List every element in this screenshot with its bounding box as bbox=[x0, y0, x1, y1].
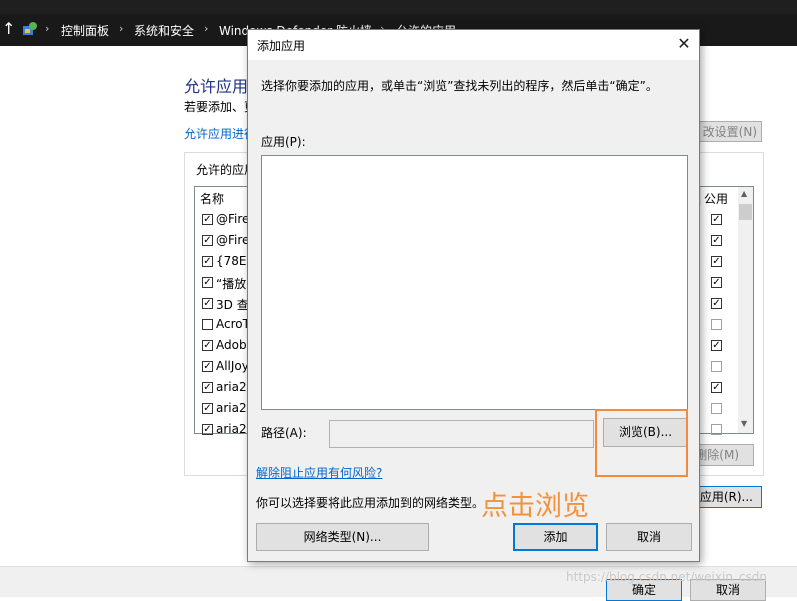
column-divider bbox=[700, 187, 701, 205]
app-checkbox[interactable]: ✓ bbox=[202, 214, 213, 225]
list-item[interactable]: ✓ Adob bbox=[200, 336, 250, 357]
list-item[interactable]: ✓ aria2 bbox=[200, 378, 250, 399]
public-checkbox[interactable] bbox=[711, 361, 722, 372]
app-checkbox[interactable]: ✓ bbox=[202, 424, 213, 435]
path-input[interactable] bbox=[329, 420, 594, 448]
public-checkbox[interactable]: ✓ bbox=[711, 277, 722, 288]
breadcrumb-separator: › bbox=[119, 22, 124, 35]
allow-app-link[interactable]: 允许应用进行 bbox=[184, 125, 256, 142]
list-item[interactable]: ✓ @Fire bbox=[200, 210, 250, 231]
public-checkbox[interactable]: ✓ bbox=[711, 214, 722, 225]
app-name: AcroT bbox=[216, 317, 250, 331]
list-item[interactable]: ✓ {78E1 bbox=[200, 252, 254, 273]
list-item[interactable]: ✓ “播放 bbox=[200, 273, 250, 294]
app-checkbox[interactable]: ✓ bbox=[202, 235, 213, 246]
app-checkbox[interactable]: ✓ bbox=[202, 382, 213, 393]
app-name: @Fire bbox=[216, 233, 250, 247]
public-checkbox[interactable]: ✓ bbox=[711, 256, 722, 267]
scroll-down-icon[interactable]: ▼ bbox=[741, 419, 747, 428]
allow-another-app-button[interactable]: 应用(R)... bbox=[694, 486, 762, 508]
breadcrumb-system-security[interactable]: 系统和安全 bbox=[134, 22, 194, 39]
change-settings-button[interactable]: 改设置(N) bbox=[694, 121, 762, 142]
control-panel-icon bbox=[23, 22, 37, 35]
app-name: aria2 bbox=[216, 422, 247, 436]
public-checkbox[interactable]: ✓ bbox=[711, 235, 722, 246]
add-app-dialog: 添加应用 ✕ 选择你要添加的应用，或单击“浏览”查找未列出的程序，然后单击“确定… bbox=[247, 29, 700, 562]
remove-button[interactable]: 删除(M) bbox=[694, 444, 754, 466]
column-header-public[interactable]: 公用 bbox=[704, 190, 728, 207]
list-item[interactable]: ✓ AllJoy bbox=[200, 357, 250, 378]
apps-listbox[interactable] bbox=[261, 155, 688, 410]
dialog-title: 添加应用 bbox=[257, 39, 306, 53]
add-button[interactable]: 添加 bbox=[513, 523, 598, 551]
app-checkbox[interactable]: ✓ bbox=[202, 256, 213, 267]
public-checkbox[interactable] bbox=[711, 424, 722, 435]
up-arrow-icon[interactable]: ↑ bbox=[2, 20, 15, 38]
list-item[interactable]: AcroT bbox=[200, 315, 250, 336]
app-checkbox[interactable]: ✓ bbox=[202, 403, 213, 414]
public-checkbox[interactable] bbox=[711, 319, 722, 330]
unblock-risk-link[interactable]: 解除阻止应用有何风险? bbox=[256, 464, 382, 481]
app-name: aria2 bbox=[216, 380, 247, 394]
apps-label: 应用(P): bbox=[261, 135, 306, 149]
dialog-titlebar[interactable]: 添加应用 ✕ bbox=[248, 30, 699, 60]
public-checkbox[interactable] bbox=[711, 403, 722, 414]
window-top-strip bbox=[0, 0, 797, 14]
close-icon[interactable]: ✕ bbox=[672, 33, 696, 57]
app-checkbox[interactable]: ✓ bbox=[202, 277, 213, 288]
dialog-instruction: 选择你要添加的应用，或单击“浏览”查找未列出的程序，然后单击“确定”。 bbox=[261, 79, 658, 93]
public-checkbox[interactable]: ✓ bbox=[711, 340, 722, 351]
list-item[interactable]: ✓ @Fire bbox=[200, 231, 250, 252]
scroll-up-icon[interactable]: ▲ bbox=[741, 189, 747, 198]
app-name: aria2 bbox=[216, 401, 247, 415]
app-name: @Fire bbox=[216, 212, 250, 226]
breadcrumb-separator: › bbox=[204, 22, 209, 35]
app-name: Adob bbox=[216, 338, 247, 352]
app-checkbox[interactable]: ✓ bbox=[202, 340, 213, 351]
dialog-cancel-button[interactable]: 取消 bbox=[606, 523, 692, 551]
app-name: “播放 bbox=[216, 277, 247, 291]
click-browse-annotation: 点击浏览 bbox=[481, 491, 589, 522]
app-name: 3D 查 bbox=[216, 298, 249, 312]
column-header-name[interactable]: 名称 bbox=[200, 190, 224, 207]
page-subtitle: 若要添加、更 bbox=[184, 100, 257, 114]
page-title: 允许应用 bbox=[184, 77, 249, 96]
breadcrumb-control-panel[interactable]: 控制面板 bbox=[61, 22, 109, 39]
watermark-text: https://blog.csdn.net/weixin_csdn bbox=[566, 570, 768, 584]
app-checkbox[interactable] bbox=[202, 319, 213, 330]
list-item[interactable]: ✓ aria2 bbox=[200, 420, 250, 441]
app-name: AllJoy bbox=[216, 359, 249, 373]
app-checkbox[interactable]: ✓ bbox=[202, 298, 213, 309]
list-scrollbar[interactable]: ▲ ▼ bbox=[738, 187, 753, 433]
list-item[interactable]: ✓ aria2 bbox=[200, 399, 250, 420]
public-checkbox[interactable]: ✓ bbox=[711, 382, 722, 393]
network-type-button[interactable]: 网络类型(N)... bbox=[256, 523, 429, 551]
list-item[interactable]: ✓ 3D 查 bbox=[200, 294, 250, 315]
browse-highlight-box bbox=[595, 409, 688, 477]
public-checkbox[interactable]: ✓ bbox=[711, 298, 722, 309]
path-label: 路径(A): bbox=[261, 426, 307, 440]
app-checkbox[interactable]: ✓ bbox=[202, 361, 213, 372]
network-type-description: 你可以选择要将此应用添加到的网络类型。 bbox=[256, 496, 485, 510]
scrollbar-thumb[interactable] bbox=[739, 204, 752, 220]
breadcrumb-separator: › bbox=[45, 22, 50, 35]
